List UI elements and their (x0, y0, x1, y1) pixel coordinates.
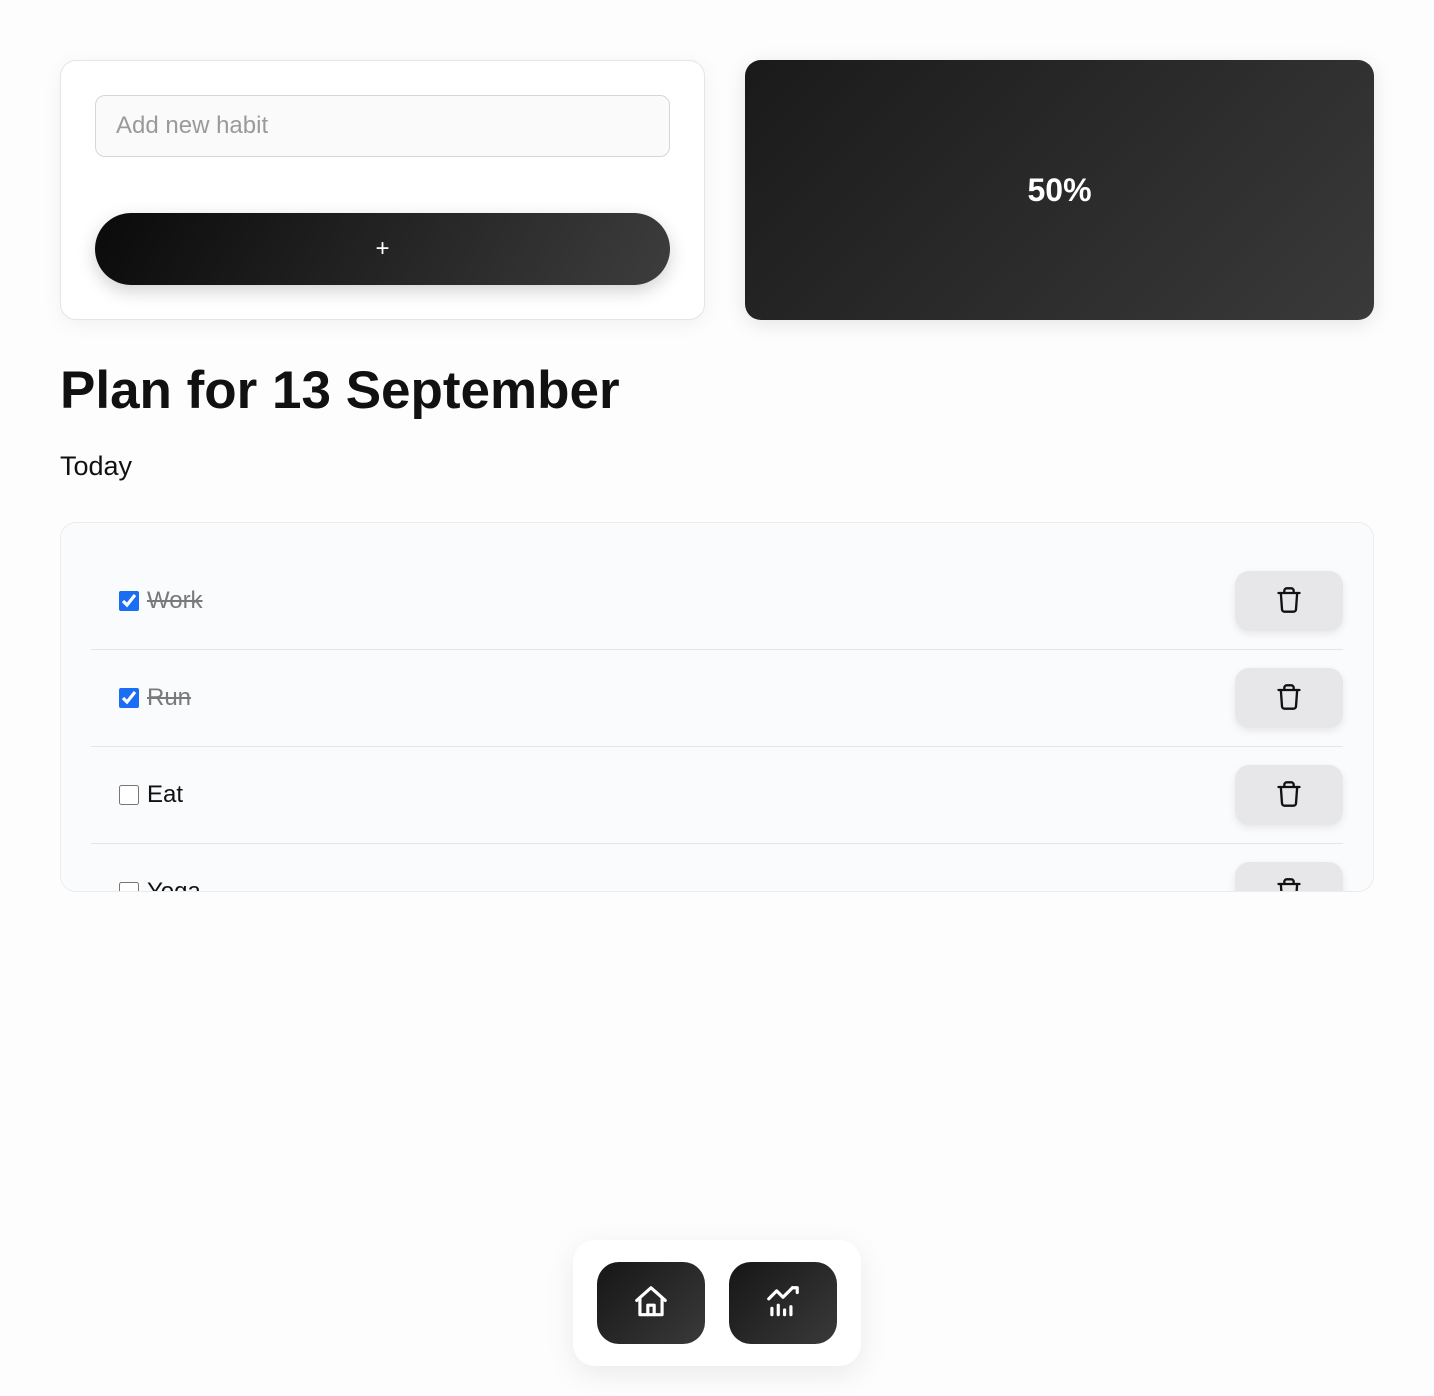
bottom-nav (573, 1240, 861, 1366)
home-icon (632, 1283, 670, 1324)
add-habit-input[interactable] (95, 95, 670, 157)
habits-list: Work Run Eat (60, 522, 1374, 892)
trash-icon (1275, 780, 1303, 811)
delete-habit-button[interactable] (1235, 862, 1343, 892)
habit-checkbox[interactable] (119, 882, 139, 892)
habit-checkbox[interactable] (119, 688, 139, 708)
habit-checkbox[interactable] (119, 785, 139, 805)
habit-row: Eat (91, 747, 1343, 844)
habit-row: Yoga (91, 844, 1343, 892)
habit-row: Run (91, 650, 1343, 747)
habit-label: Work (147, 587, 203, 615)
stats-icon (764, 1283, 802, 1324)
habit-label: Yoga (147, 878, 201, 892)
delete-habit-button[interactable] (1235, 765, 1343, 825)
subtitle-today: Today (60, 451, 1374, 482)
progress-card: 50% (745, 60, 1374, 320)
delete-habit-button[interactable] (1235, 571, 1343, 631)
add-habit-card: + (60, 60, 705, 320)
delete-habit-button[interactable] (1235, 668, 1343, 728)
habit-label: Run (147, 684, 191, 712)
nav-stats-button[interactable] (729, 1262, 837, 1344)
page-title: Plan for 13 September (60, 360, 1374, 421)
habit-label: Eat (147, 781, 183, 809)
progress-value: 50% (1027, 172, 1091, 209)
trash-icon (1275, 877, 1303, 893)
trash-icon (1275, 586, 1303, 617)
add-habit-button[interactable]: + (95, 213, 670, 285)
nav-home-button[interactable] (597, 1262, 705, 1344)
habit-row: Work (91, 553, 1343, 650)
trash-icon (1275, 683, 1303, 714)
habit-checkbox[interactable] (119, 591, 139, 611)
